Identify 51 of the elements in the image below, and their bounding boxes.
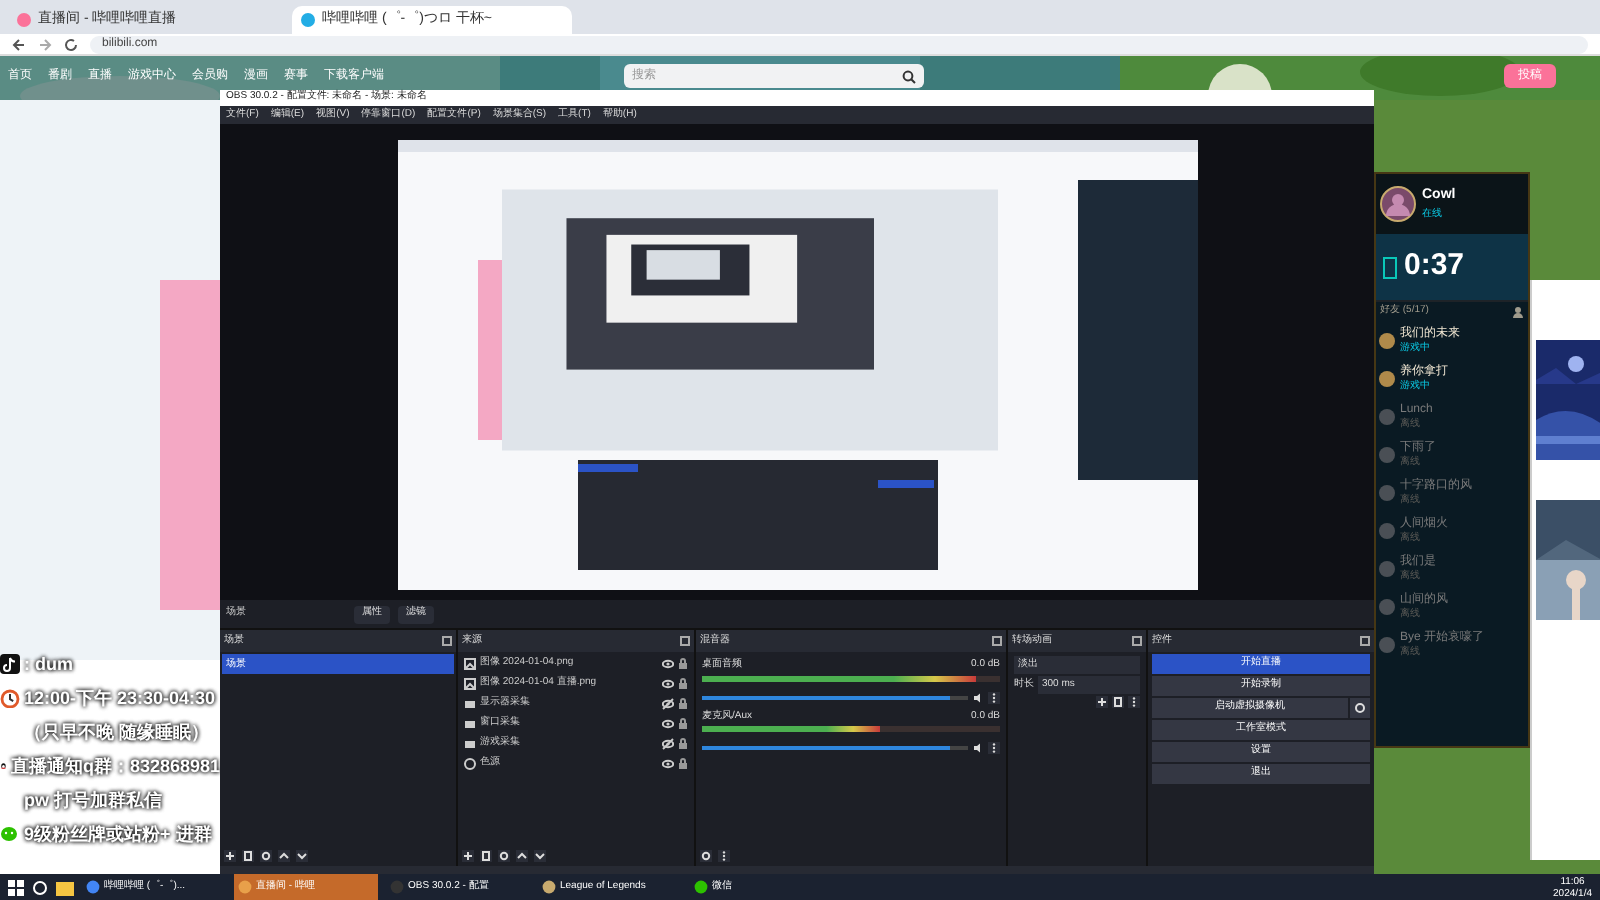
forward-icon bbox=[38, 37, 52, 51]
undock-icon bbox=[1360, 636, 1370, 646]
image-icon bbox=[464, 677, 476, 689]
windows-icon bbox=[8, 879, 24, 895]
down-icon bbox=[296, 850, 308, 862]
lock-icon bbox=[678, 717, 688, 729]
queue-timer: 0:37 bbox=[1404, 246, 1465, 287]
app-icon bbox=[238, 880, 252, 894]
undock-icon bbox=[442, 636, 452, 646]
add-icon bbox=[462, 850, 474, 862]
app-icon bbox=[694, 880, 708, 894]
image-icon bbox=[464, 657, 476, 669]
circle-icon bbox=[464, 757, 476, 769]
add-icon bbox=[1096, 696, 1108, 708]
overlay-text: （只早不晚 随缘睡眠） bbox=[24, 720, 210, 744]
overlay-text: 直播通知q群：832868981 bbox=[10, 754, 220, 778]
speaker-icon bbox=[972, 742, 984, 754]
up-icon bbox=[516, 850, 528, 862]
more-icon bbox=[988, 691, 1000, 703]
reload-icon bbox=[64, 37, 78, 51]
music-note-icon bbox=[0, 654, 20, 674]
overlay-text: : dum bbox=[24, 652, 73, 676]
lock-icon bbox=[678, 697, 688, 709]
more-icon bbox=[988, 742, 1000, 754]
chat-bubble-icon bbox=[0, 824, 20, 844]
avatar-icon bbox=[1380, 186, 1416, 222]
lock-icon bbox=[678, 737, 688, 749]
overlay-text: pw 打号加群私信 bbox=[24, 788, 162, 812]
add-icon bbox=[224, 850, 236, 862]
app-icon bbox=[542, 880, 556, 894]
overlay-text: 12:00-下午 23:30-04:30 bbox=[24, 686, 216, 710]
favicon-icon bbox=[300, 12, 316, 28]
undock-icon bbox=[1132, 636, 1142, 646]
lock-icon bbox=[678, 657, 688, 669]
speaker-icon bbox=[972, 691, 984, 703]
undock-icon bbox=[680, 636, 690, 646]
more-icon bbox=[718, 850, 730, 862]
overlay-text: 9级粉丝牌或站粉+ 进群 bbox=[24, 822, 212, 846]
back-icon bbox=[12, 37, 26, 51]
folder-icon bbox=[56, 879, 74, 895]
lock-icon bbox=[678, 757, 688, 769]
lock-icon bbox=[678, 677, 688, 689]
favicon-icon bbox=[16, 12, 32, 28]
more-icon bbox=[1128, 696, 1140, 708]
add-friend-icon bbox=[1512, 306, 1524, 318]
app-icon bbox=[86, 880, 100, 894]
undock-icon bbox=[992, 636, 1002, 646]
app-icon bbox=[390, 880, 404, 894]
alarm-clock-icon bbox=[0, 688, 20, 708]
down-icon bbox=[534, 850, 546, 862]
up-icon bbox=[278, 850, 290, 862]
